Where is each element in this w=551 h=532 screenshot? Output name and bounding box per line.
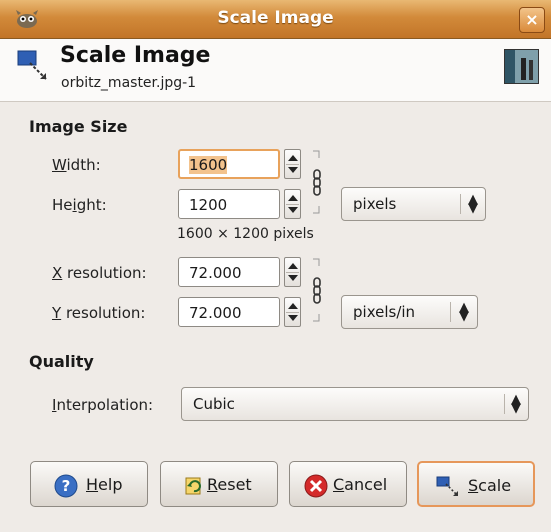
help-button[interactable]: ? Help xyxy=(30,461,148,507)
help-label: Help xyxy=(86,475,123,494)
dialog-header: Scale Image orbitz_master.jpg-1 xyxy=(0,39,551,102)
x-resolution-label: X resolution: xyxy=(52,264,147,282)
width-input[interactable]: 1600 xyxy=(178,149,280,179)
x-resolution-input[interactable]: 72.000 xyxy=(178,257,280,287)
window-title: Scale Image xyxy=(217,8,334,28)
width-spinner[interactable] xyxy=(284,149,301,179)
dialog-title: Scale Image xyxy=(60,43,211,68)
height-spinner[interactable] xyxy=(284,189,301,219)
scale-image-icon xyxy=(17,50,47,80)
height-label: Height: xyxy=(52,196,107,214)
cancel-button[interactable]: Cancel xyxy=(289,461,407,507)
size-unit-select[interactable]: pixels ▲ ▼ xyxy=(341,187,486,221)
resolution-chain-link-icon[interactable] xyxy=(311,258,323,322)
scale-label: Scale xyxy=(468,476,512,495)
svg-text:?: ? xyxy=(62,477,71,495)
quality-heading: Quality xyxy=(29,352,94,371)
window-titlebar: Scale Image × xyxy=(0,0,551,39)
scale-image-icon xyxy=(436,476,458,496)
y-resolution-spinner[interactable] xyxy=(284,297,301,327)
cancel-icon xyxy=(304,474,328,498)
help-icon: ? xyxy=(54,474,78,498)
y-resolution-input[interactable]: 72.000 xyxy=(178,297,280,327)
scale-button[interactable]: Scale xyxy=(417,461,535,507)
image-size-heading: Image Size xyxy=(29,117,128,136)
reset-icon xyxy=(185,477,201,495)
height-input[interactable]: 1200 xyxy=(178,189,280,219)
size-chain-link-icon[interactable] xyxy=(311,150,323,214)
image-thumbnail xyxy=(504,49,539,84)
interpolation-select[interactable]: Cubic ▲ ▼ xyxy=(181,387,529,421)
close-button[interactable]: × xyxy=(519,7,545,33)
x-resolution-spinner[interactable] xyxy=(284,257,301,287)
cancel-label: Cancel xyxy=(333,475,388,494)
pixel-dimensions-readout: 1600 × 1200 pixels xyxy=(177,226,314,242)
interpolation-label: Interpolation: xyxy=(52,396,154,414)
reset-button[interactable]: Reset xyxy=(160,461,278,507)
y-resolution-label: Y resolution: xyxy=(52,304,146,322)
resolution-unit-select[interactable]: pixels/in ▲ ▼ xyxy=(341,295,478,329)
image-name: orbitz_master.jpg-1 xyxy=(61,75,197,91)
width-label: Width: xyxy=(52,156,101,174)
reset-label: Reset xyxy=(207,475,252,494)
